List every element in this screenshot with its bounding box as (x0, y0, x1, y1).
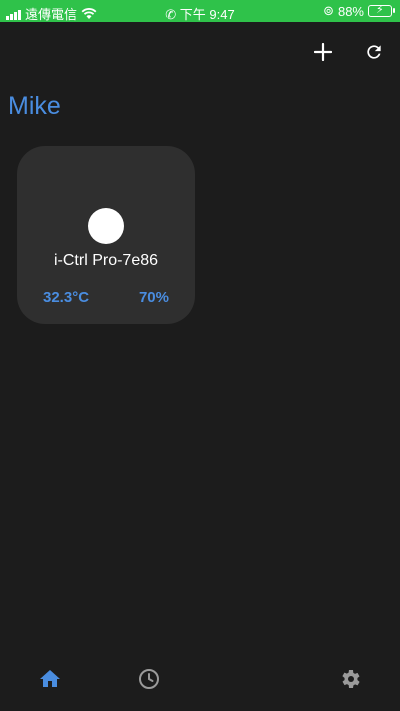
device-name: i-Ctrl Pro-7e86 (53, 252, 159, 269)
device-temperature: 32.3°C (43, 289, 90, 306)
add-device-button[interactable] (309, 38, 337, 66)
status-time: 下午 9:47 (179, 7, 235, 22)
home-icon (40, 670, 60, 687)
refresh-button[interactable] (360, 38, 388, 66)
status-bar: 遠傳電信 ✆ 下午 9:47 ⊚ 88% ⚡ (0, 0, 400, 22)
gear-icon (342, 670, 360, 688)
refresh-icon (367, 45, 381, 59)
user-name-title: Mike (8, 92, 61, 120)
nav-settings[interactable] (335, 664, 365, 694)
app-screen: Mike i-Ctrl Pro-7e86 32.3°C 70% (0, 22, 400, 711)
bottom-nav (0, 652, 400, 711)
clock-icon (139, 669, 159, 689)
orientation-lock-icon: ⊚ (323, 3, 334, 18)
nav-home[interactable] (35, 664, 65, 694)
nav-history[interactable] (134, 664, 164, 694)
battery-percent: 88% (337, 3, 364, 19)
device-card[interactable]: i-Ctrl Pro-7e86 32.3°C 70% (17, 146, 195, 324)
phone-icon: ✆ (165, 7, 177, 22)
plus-icon (314, 43, 332, 61)
device-humidity: 70% (138, 289, 169, 306)
battery-icon: ⚡ (368, 4, 395, 17)
device-status-indicator (88, 208, 124, 244)
